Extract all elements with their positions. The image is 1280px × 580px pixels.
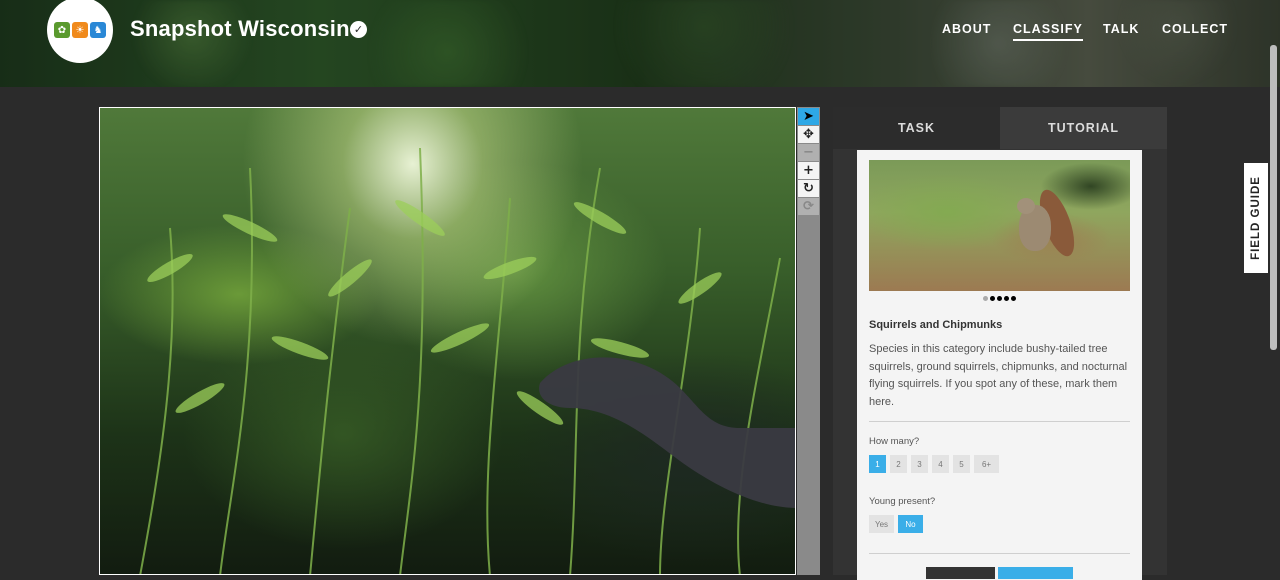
zoom-out-icon[interactable]: − — [798, 144, 819, 161]
identify-button[interactable] — [998, 567, 1073, 579]
count-option-5[interactable]: 5 — [953, 455, 970, 473]
site-header: ✿ ☀ ♞ Snapshot Wisconsin ✓ ABOUT CLASSIF… — [0, 0, 1280, 87]
rotate-icon[interactable]: ↻ — [798, 180, 819, 197]
zoom-in-icon[interactable]: + — [798, 162, 819, 179]
field-guide-label: FIELD GUIDE — [1250, 176, 1262, 260]
carousel-dot[interactable] — [997, 296, 1002, 301]
task-panel: TASK TUTORIAL Squirrels and Chipmunks Sp… — [833, 107, 1167, 580]
camera-trap-scene — [139, 147, 795, 574]
young-option-yes[interactable]: Yes — [869, 515, 894, 533]
species-card: Squirrels and Chipmunks Species in this … — [857, 150, 1142, 580]
project-title[interactable]: Snapshot Wisconsin — [130, 16, 350, 42]
count-option-3[interactable]: 3 — [911, 455, 928, 473]
nav-about[interactable]: ABOUT — [942, 22, 991, 36]
carousel-dot[interactable] — [1004, 296, 1009, 301]
panel-tabs: TASK TUTORIAL — [833, 107, 1167, 149]
verified-badge-icon: ✓ — [350, 21, 367, 38]
carousel-dot[interactable] — [1011, 296, 1016, 301]
project-logo[interactable]: ✿ ☀ ♞ — [47, 0, 113, 63]
pan-icon[interactable]: ✥ — [798, 126, 819, 143]
how-many-label: How many? — [869, 436, 920, 447]
subject-image[interactable] — [99, 107, 796, 575]
count-option-6-plus[interactable]: 6+ — [974, 455, 999, 473]
tab-task[interactable]: TASK — [833, 107, 1000, 149]
carousel-dots — [857, 296, 1142, 301]
sun-icon: ☀ — [72, 22, 88, 38]
nav-collect[interactable]: COLLECT — [1162, 22, 1228, 36]
field-guide-tab[interactable]: FIELD GUIDE — [1244, 163, 1268, 273]
cancel-button[interactable] — [926, 567, 995, 579]
nav-classify[interactable]: CLASSIFY — [1013, 22, 1083, 41]
divider — [869, 421, 1130, 422]
viewer-toolbar: ➤ ✥ − + ↻ ⟳ — [797, 107, 820, 575]
count-option-2[interactable]: 2 — [890, 455, 907, 473]
how-many-options: 1 2 3 4 5 6+ — [869, 455, 999, 473]
count-option-4[interactable]: 4 — [932, 455, 949, 473]
pointer-icon[interactable]: ➤ — [798, 108, 819, 125]
plant-icon: ✿ — [54, 22, 70, 38]
page-scrollbar[interactable] — [1270, 45, 1277, 350]
deer-icon: ♞ — [90, 22, 106, 38]
young-present-options: Yes No — [869, 515, 923, 533]
carousel-dot[interactable] — [990, 296, 995, 301]
species-title: Squirrels and Chipmunks — [869, 319, 1003, 331]
divider — [869, 553, 1130, 554]
reset-icon[interactable]: ⟳ — [798, 198, 819, 215]
species-photo — [869, 160, 1130, 291]
carousel-dot[interactable] — [983, 296, 988, 301]
tab-tutorial[interactable]: TUTORIAL — [1000, 107, 1167, 149]
young-option-no[interactable]: No — [898, 515, 923, 533]
nav-talk[interactable]: TALK — [1103, 22, 1139, 36]
count-option-1[interactable]: 1 — [869, 455, 886, 473]
young-present-label: Young present? — [869, 496, 936, 507]
species-description: Species in this category include bushy-t… — [869, 343, 1128, 408]
